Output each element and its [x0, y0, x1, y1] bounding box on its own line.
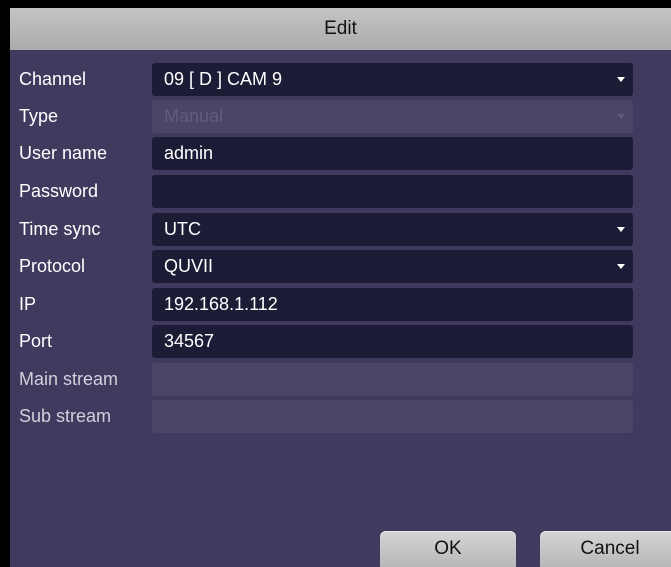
time-sync-select[interactable]: UTC — [152, 213, 633, 246]
caret-down-icon — [617, 227, 625, 232]
type-select: Manual — [152, 100, 633, 133]
type-value: Manual — [164, 106, 224, 126]
user-name-value: admin — [164, 143, 214, 163]
ip-label: IP — [19, 294, 37, 314]
protocol-value: QUVII — [164, 256, 214, 276]
edit-dialog: Edit Channel 09 [ D ] CAM 9 Type Manual … — [10, 8, 671, 567]
channel-value: 09 [ D ] CAM 9 — [164, 69, 283, 89]
time-sync-label: Time sync — [19, 219, 101, 239]
protocol-row: Protocol QUVII — [10, 250, 671, 283]
dialog-title: Edit — [10, 8, 671, 50]
channel-label: Channel — [19, 69, 87, 89]
main-stream-row: Main stream — [10, 363, 671, 396]
main-stream-label: Main stream — [19, 369, 119, 389]
protocol-select[interactable]: QUVII — [152, 250, 633, 283]
port-row: Port 34567 — [10, 325, 671, 358]
channel-select[interactable]: 09 [ D ] CAM 9 — [152, 63, 633, 96]
caret-down-icon — [617, 114, 625, 119]
caret-down-icon — [617, 264, 625, 269]
sub-stream-select — [152, 400, 633, 433]
user-name-input[interactable]: admin — [152, 137, 633, 170]
type-row: Type Manual — [10, 100, 671, 133]
time-sync-row: Time sync UTC — [10, 213, 671, 246]
cancel-button[interactable]: Cancel — [540, 531, 671, 567]
caret-down-icon — [617, 77, 625, 82]
port-input[interactable]: 34567 — [152, 325, 633, 358]
port-value: 34567 — [164, 331, 215, 351]
ip-value: 192.168.1.112 — [164, 294, 278, 314]
ip-input[interactable]: 192.168.1.112 — [152, 288, 633, 321]
protocol-label: Protocol — [19, 256, 86, 276]
time-sync-value: UTC — [164, 219, 201, 239]
ip-row: IP 192.168.1.112 — [10, 288, 671, 321]
user-name-label: User name — [19, 143, 108, 163]
port-label: Port — [19, 331, 53, 351]
screen-frame: Edit Channel 09 [ D ] CAM 9 Type Manual … — [0, 0, 671, 567]
user-name-row: User name admin — [10, 137, 671, 170]
password-label: Password — [19, 181, 99, 201]
sub-stream-label: Sub stream — [19, 406, 112, 426]
password-input[interactable] — [152, 175, 633, 208]
ok-button[interactable]: OK — [380, 531, 516, 567]
password-row: Password — [10, 175, 671, 208]
channel-row: Channel 09 [ D ] CAM 9 — [10, 63, 671, 96]
type-label: Type — [19, 106, 59, 126]
main-stream-select — [152, 363, 633, 396]
sub-stream-row: Sub stream — [10, 400, 671, 433]
